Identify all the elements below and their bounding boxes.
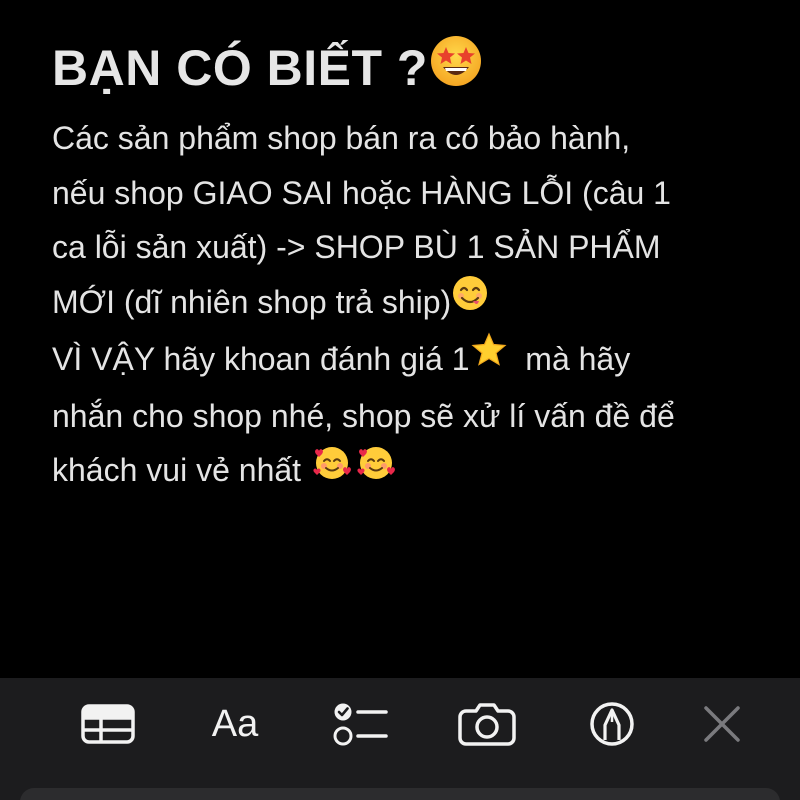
text-format-button[interactable]: Aa — [203, 696, 267, 752]
note-line-2: nếu shop GIAO SAI hoặc HÀNG LỖI (câu 1 — [52, 174, 671, 211]
camera-icon — [458, 703, 516, 746]
keyboard-top-edge — [20, 788, 780, 800]
yum-face-emoji-icon — [451, 274, 489, 329]
star-emoji-icon — [470, 331, 508, 386]
note-title: BẠN CÓ BIẾT ? — [52, 36, 772, 107]
note-line-7-text: khách vui vẻ nhất — [52, 452, 302, 489]
text-format-label: Aa — [211, 703, 259, 745]
checklist-button[interactable] — [328, 696, 392, 752]
note-line-5: VÌ VẬY hãy khoan đánh giá 1 mà hãy — [52, 332, 772, 389]
markup-pen-icon — [590, 702, 634, 746]
star-struck-emoji-icon — [428, 33, 484, 104]
checklist-icon — [333, 703, 388, 746]
close-button[interactable] — [690, 696, 754, 752]
camera-button[interactable] — [455, 696, 519, 752]
markup-button[interactable] — [580, 696, 644, 752]
note-line-5-text: VÌ VẬY hãy khoan đánh giá 1 — [52, 340, 470, 377]
keyboard-area — [0, 770, 800, 800]
table-button[interactable] — [76, 696, 140, 752]
note-content[interactable]: BẠN CÓ BIẾT ? Các sản phẩm shop bán ra c… — [52, 36, 772, 501]
smiling-face-with-hearts-emoji-icon — [310, 442, 354, 499]
keyboard-accessory-toolbar: Aa — [0, 678, 800, 770]
note-line-4-text: MỚI (dĩ nhiên shop trả ship) — [52, 284, 452, 321]
note-line-4: MỚI (dĩ nhiên shop trả ship) — [52, 275, 772, 332]
note-line-6: nhắn cho shop nhé, shop sẽ xử lí vấn đề … — [52, 397, 675, 434]
note-line-7: khách vui vẻ nhất — [52, 443, 772, 501]
close-icon — [704, 706, 740, 742]
note-line-5-tail: mà hãy — [525, 340, 631, 377]
smiling-face-with-hearts-emoji-icon — [354, 442, 398, 499]
note-line-1: Các sản phẩm shop bán ra có bảo hành, — [52, 120, 631, 157]
table-icon — [81, 704, 135, 744]
note-line-3: ca lỗi sản xuất) -> SHOP BÙ 1 SẢN PHẨM — [52, 229, 661, 266]
note-title-text: BẠN CÓ BIẾT ? — [52, 40, 428, 96]
